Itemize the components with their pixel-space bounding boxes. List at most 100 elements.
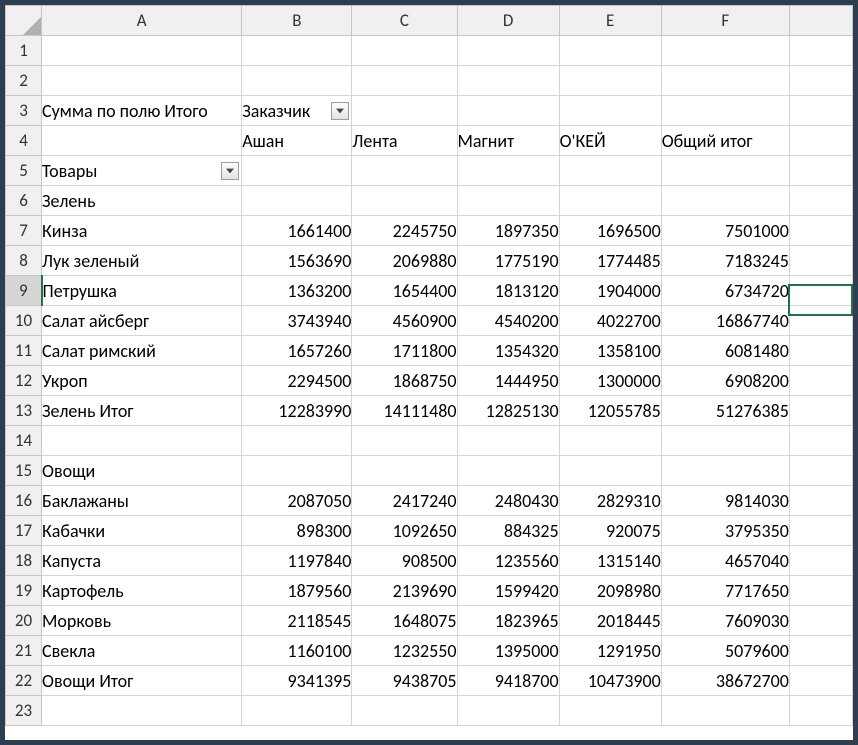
- cell-C5[interactable]: [352, 156, 457, 186]
- cell-F5[interactable]: [661, 156, 789, 186]
- cell[interactable]: [352, 456, 457, 486]
- value-cell[interactable]: 6734720: [661, 276, 789, 306]
- cell[interactable]: [789, 336, 852, 366]
- cell-G1[interactable]: [789, 36, 852, 66]
- col-header-E[interactable]: E: [559, 6, 661, 36]
- value-cell[interactable]: 1868750: [352, 366, 457, 396]
- row-header-23[interactable]: 23: [6, 696, 42, 726]
- value-cell[interactable]: 9814030: [661, 486, 789, 516]
- value-cell[interactable]: 2294500: [242, 366, 352, 396]
- value-cell[interactable]: 1904000: [559, 276, 661, 306]
- item-label[interactable]: Петрушка: [42, 276, 242, 306]
- row-header-12[interactable]: 12: [6, 366, 42, 396]
- cell-F1[interactable]: [661, 36, 789, 66]
- value-cell[interactable]: 1654400: [352, 276, 457, 306]
- cell-E5[interactable]: [559, 156, 661, 186]
- value-cell[interactable]: 7183245: [661, 246, 789, 276]
- cell[interactable]: [559, 426, 661, 456]
- item-label[interactable]: Салат римский: [42, 336, 242, 366]
- item-label[interactable]: Укроп: [42, 366, 242, 396]
- item-label[interactable]: Салат айсберг: [42, 306, 242, 336]
- total-cell[interactable]: 12825130: [457, 396, 559, 426]
- row-header-1[interactable]: 1: [6, 36, 42, 66]
- cell[interactable]: [242, 426, 352, 456]
- value-cell[interactable]: 1897350: [457, 216, 559, 246]
- row-header-14[interactable]: 14: [6, 426, 42, 456]
- row-header-20[interactable]: 20: [6, 606, 42, 636]
- total-cell[interactable]: 9438705: [352, 666, 457, 696]
- value-cell[interactable]: 1300000: [559, 366, 661, 396]
- value-cell[interactable]: 6908200: [661, 366, 789, 396]
- cell-D3[interactable]: [457, 96, 559, 126]
- value-cell[interactable]: 1363200: [242, 276, 352, 306]
- value-cell[interactable]: 2018445: [559, 606, 661, 636]
- column-filter-dropdown[interactable]: [331, 102, 349, 120]
- value-cell[interactable]: 7717650: [661, 576, 789, 606]
- row-filter-dropdown[interactable]: [221, 162, 239, 180]
- value-cell[interactable]: 2069880: [352, 246, 457, 276]
- value-cell[interactable]: 2245750: [352, 216, 457, 246]
- value-cell[interactable]: 1823965: [457, 606, 559, 636]
- row-header-7[interactable]: 7: [6, 216, 42, 246]
- row-header-22[interactable]: 22: [6, 666, 42, 696]
- value-cell[interactable]: 7609030: [661, 606, 789, 636]
- cell[interactable]: [457, 696, 559, 726]
- total-cell[interactable]: 51276385: [661, 396, 789, 426]
- item-label[interactable]: Баклажаны: [42, 486, 242, 516]
- pivot-row-field[interactable]: Товары: [42, 156, 242, 186]
- row-header-21[interactable]: 21: [6, 636, 42, 666]
- cell[interactable]: [457, 186, 559, 216]
- col-header-A[interactable]: A: [42, 6, 242, 36]
- value-cell[interactable]: 1657260: [242, 336, 352, 366]
- cell-E1[interactable]: [559, 36, 661, 66]
- value-cell[interactable]: 1813120: [457, 276, 559, 306]
- value-cell[interactable]: 5079600: [661, 636, 789, 666]
- value-cell[interactable]: 908500: [352, 546, 457, 576]
- cell[interactable]: [789, 696, 852, 726]
- cell[interactable]: [352, 696, 457, 726]
- total-cell[interactable]: 14111480: [352, 396, 457, 426]
- total-cell[interactable]: 38672700: [661, 666, 789, 696]
- col-grand-total[interactable]: Общий итог: [661, 126, 789, 156]
- total-cell[interactable]: 9418700: [457, 666, 559, 696]
- value-cell[interactable]: 2087050: [242, 486, 352, 516]
- group-header[interactable]: Зелень: [42, 186, 242, 216]
- cell[interactable]: [559, 186, 661, 216]
- cell[interactable]: [661, 426, 789, 456]
- value-cell[interactable]: 1354320: [457, 336, 559, 366]
- cell-A4[interactable]: [42, 126, 242, 156]
- cell-G4[interactable]: [789, 126, 852, 156]
- cell-D2[interactable]: [457, 66, 559, 96]
- value-cell[interactable]: 2480430: [457, 486, 559, 516]
- value-cell[interactable]: 1315140: [559, 546, 661, 576]
- value-cell[interactable]: 4022700: [559, 306, 661, 336]
- row-header-8[interactable]: 8: [6, 246, 42, 276]
- cell-E2[interactable]: [559, 66, 661, 96]
- value-cell[interactable]: 2118545: [242, 606, 352, 636]
- cell-G3[interactable]: [789, 96, 852, 126]
- cell[interactable]: [789, 606, 852, 636]
- value-cell[interactable]: 3795350: [661, 516, 789, 546]
- total-cell[interactable]: 10473900: [559, 666, 661, 696]
- value-cell[interactable]: 1092650: [352, 516, 457, 546]
- value-cell[interactable]: 1599420: [457, 576, 559, 606]
- col-cust-1[interactable]: Ашан: [242, 126, 352, 156]
- cell-G2[interactable]: [789, 66, 852, 96]
- cell-A2[interactable]: [42, 66, 242, 96]
- cell[interactable]: [789, 486, 852, 516]
- value-cell[interactable]: 4560900: [352, 306, 457, 336]
- value-cell[interactable]: 1711800: [352, 336, 457, 366]
- value-cell[interactable]: 1661400: [242, 216, 352, 246]
- value-cell[interactable]: 1235560: [457, 546, 559, 576]
- value-cell[interactable]: 920075: [559, 516, 661, 546]
- value-cell[interactable]: 1395000: [457, 636, 559, 666]
- row-header-2[interactable]: 2: [6, 66, 42, 96]
- value-cell[interactable]: 1879560: [242, 576, 352, 606]
- cell[interactable]: [789, 306, 852, 336]
- cell-B2[interactable]: [242, 66, 352, 96]
- cell-D5[interactable]: [457, 156, 559, 186]
- item-label[interactable]: Картофель: [42, 576, 242, 606]
- value-cell[interactable]: 1444950: [457, 366, 559, 396]
- cell-B5[interactable]: [242, 156, 352, 186]
- cell-A1[interactable]: [42, 36, 242, 66]
